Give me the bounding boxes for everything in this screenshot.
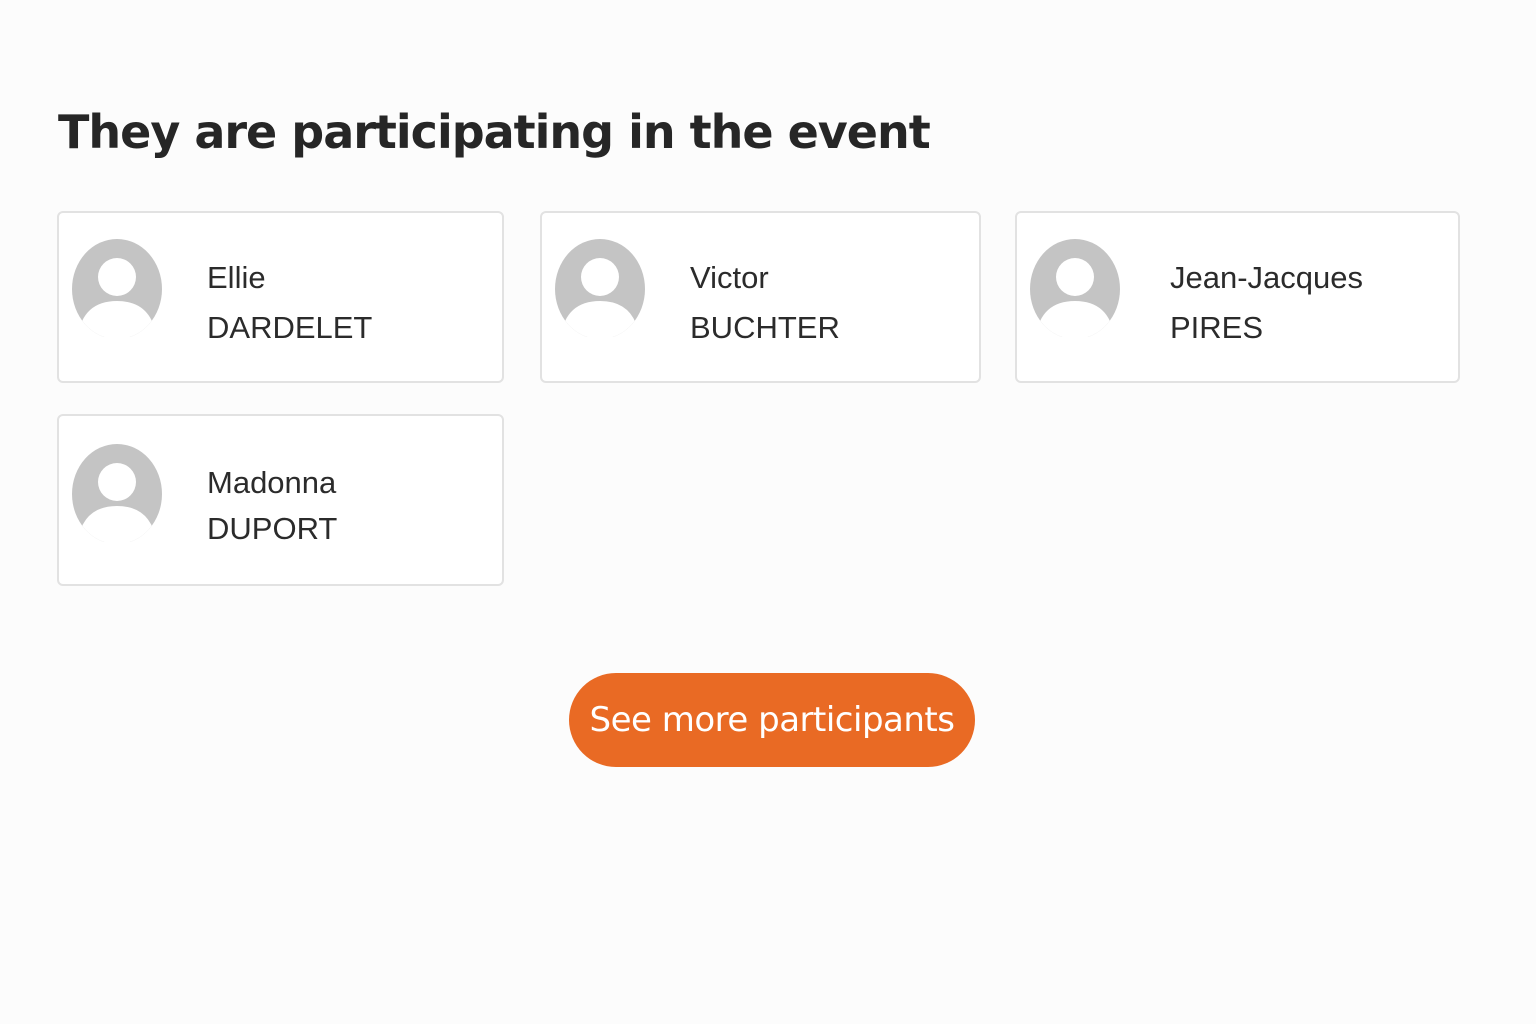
participant-first-name: Victor	[690, 260, 769, 295]
participant-last-name: PIRES	[1170, 310, 1264, 345]
participants-section: They are participating in the event Elli…	[0, 0, 1536, 1024]
participant-name: Ellie DARDELET	[207, 253, 372, 353]
participant-last-name: DARDELET	[207, 310, 373, 345]
participant-name: Victor BUCHTER	[690, 253, 840, 353]
participant-last-name: BUCHTER	[690, 310, 840, 345]
participant-last-name: DUPORT	[207, 511, 338, 546]
participant-first-name: Ellie	[207, 260, 266, 295]
see-more-participants-button[interactable]: See more participants	[569, 673, 975, 767]
participant-name: Madonna DUPORT	[207, 460, 337, 552]
participant-card[interactable]: Ellie DARDELET	[57, 211, 504, 383]
section-title: They are participating in the event	[58, 105, 931, 159]
user-avatar-icon	[71, 442, 163, 542]
participant-first-name: Madonna	[207, 465, 337, 500]
user-avatar-icon	[554, 237, 646, 337]
participant-card[interactable]: Madonna DUPORT	[57, 414, 504, 586]
user-avatar-icon	[71, 237, 163, 337]
participant-card[interactable]: Victor BUCHTER	[540, 211, 981, 383]
participant-name: Jean-Jacques PIRES	[1170, 253, 1363, 353]
user-avatar-icon	[1029, 237, 1121, 337]
participant-card[interactable]: Jean-Jacques PIRES	[1015, 211, 1460, 383]
participant-first-name: Jean-Jacques	[1170, 260, 1364, 295]
